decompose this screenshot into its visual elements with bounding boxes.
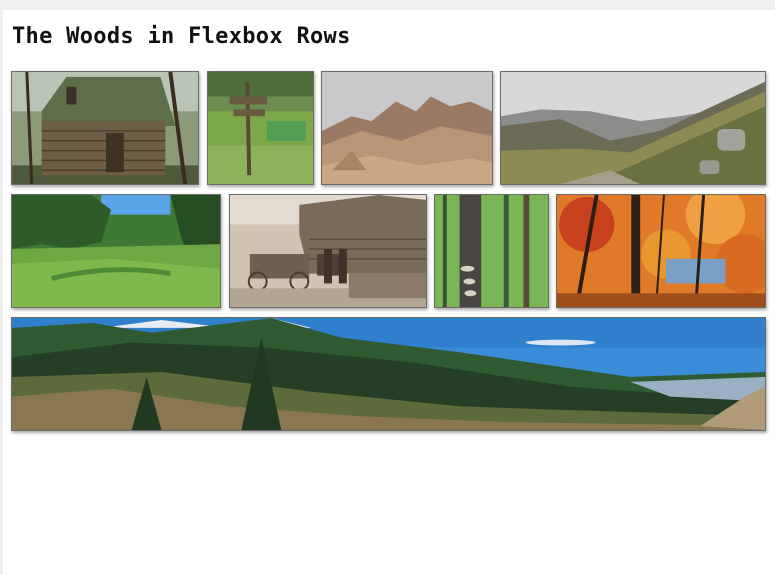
page-title: The Woods in Flexbox Rows xyxy=(12,24,351,49)
log-cabin-photo[interactable] xyxy=(11,71,199,185)
horse-wagon-cabin-photo[interactable] xyxy=(229,194,427,308)
autumn-forest-photo[interactable] xyxy=(556,194,766,308)
mountain-panorama-photo[interactable] xyxy=(11,317,766,431)
birch-forest-photo[interactable] xyxy=(434,194,549,308)
page: The Woods in Flexbox Rows xyxy=(3,10,775,575)
misty-hillside-photo[interactable] xyxy=(500,71,766,185)
forest-meadow-photo[interactable] xyxy=(11,194,221,308)
rocky-mountains-photo[interactable] xyxy=(321,71,493,185)
trail-sign-photo[interactable] xyxy=(207,71,314,185)
